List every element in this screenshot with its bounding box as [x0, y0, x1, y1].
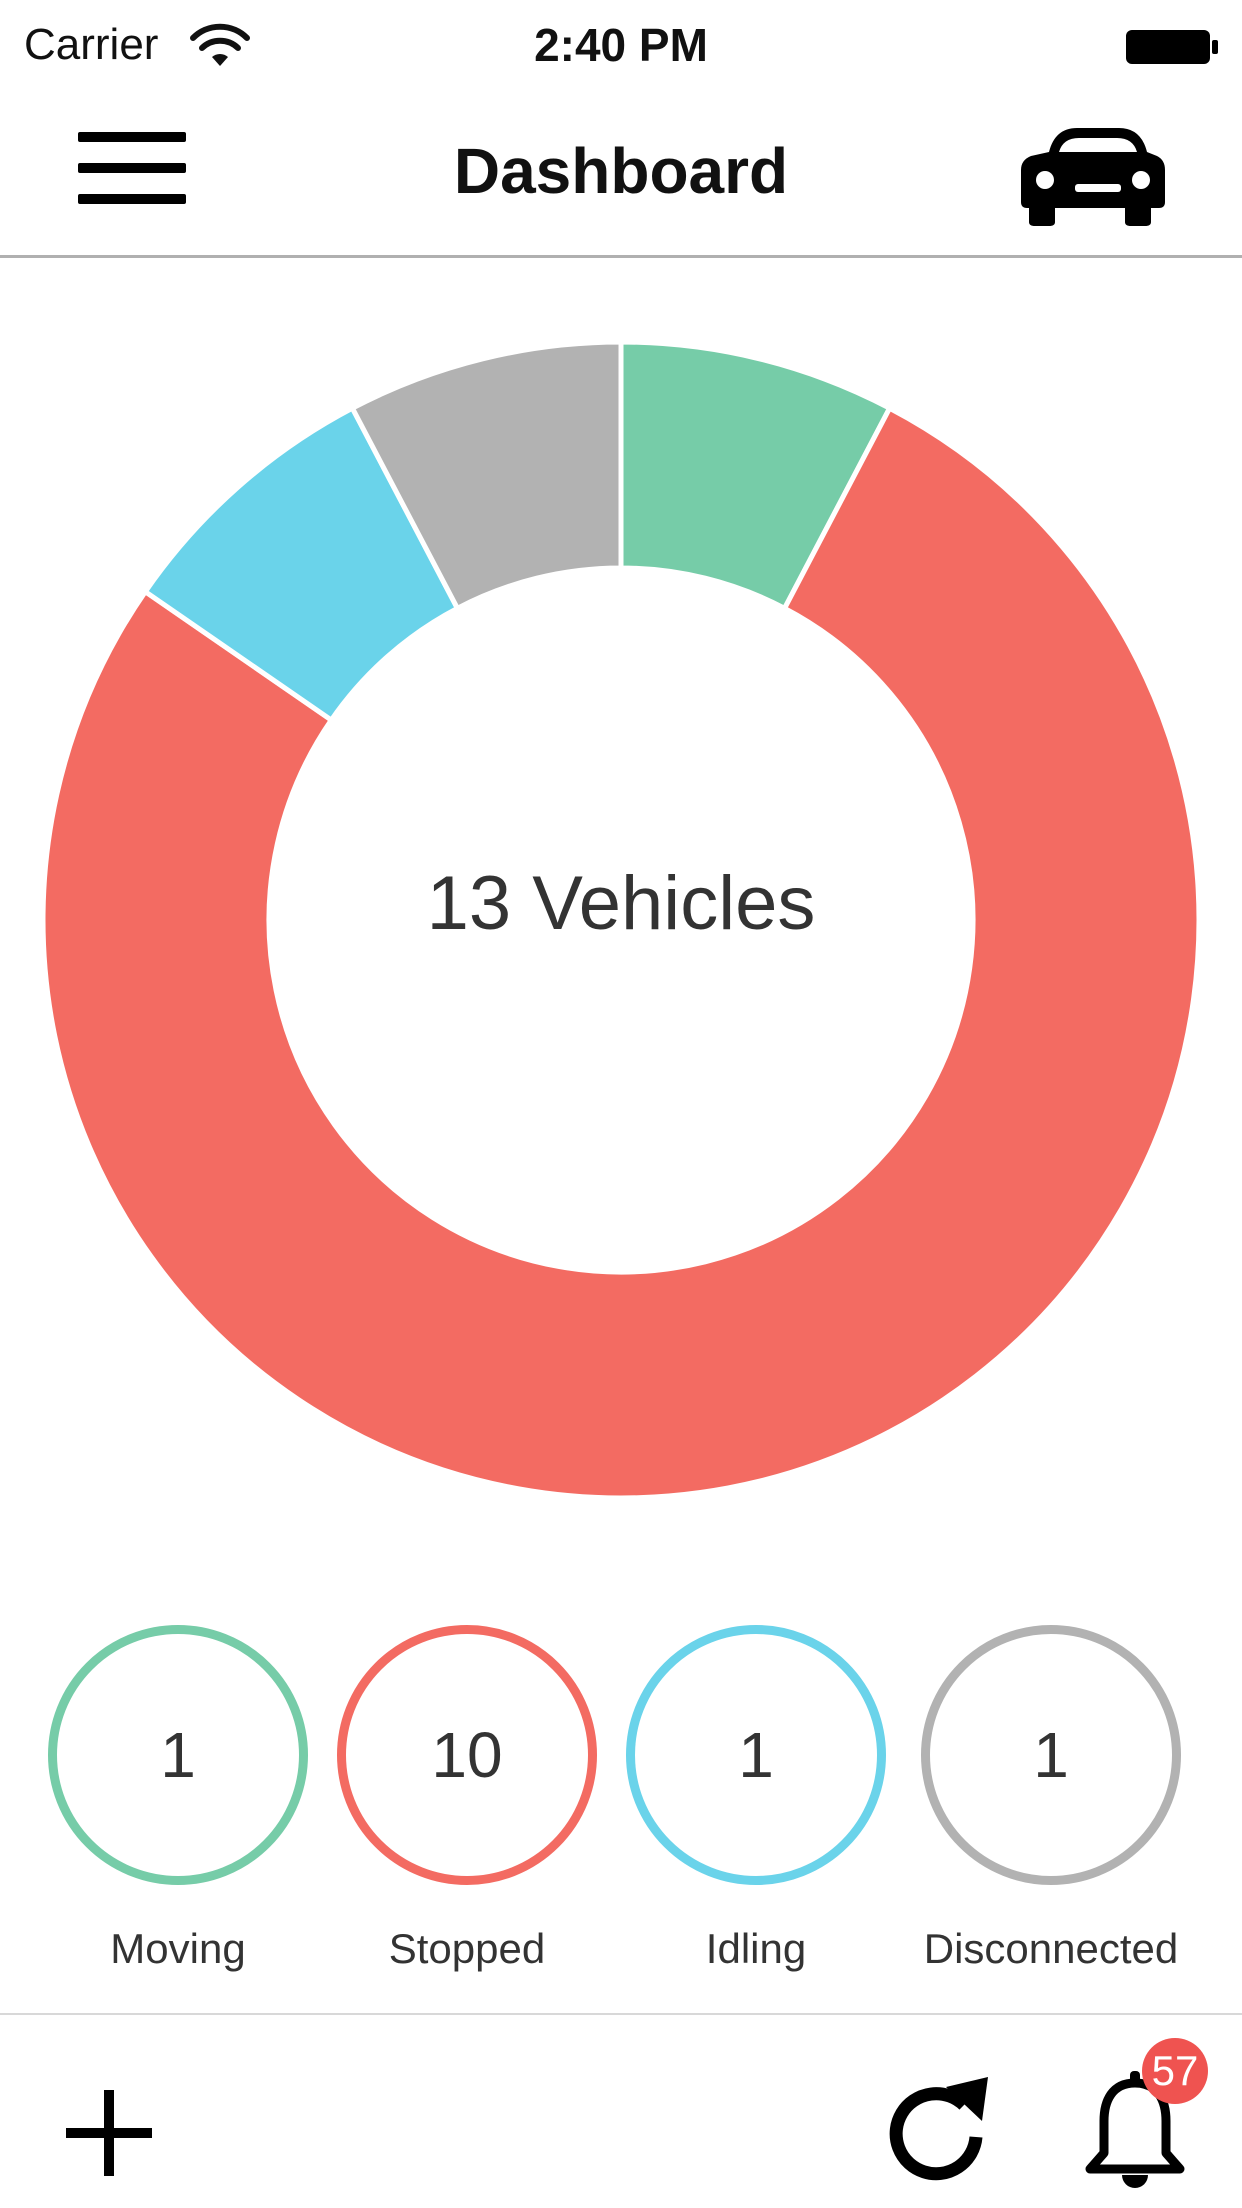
stat-ring[interactable]: 1	[48, 1625, 308, 1885]
car-icon[interactable]	[1015, 122, 1165, 227]
stat-idling[interactable]: 1 Idling	[616, 1625, 896, 1985]
stat-stopped[interactable]: 10 Stopped	[327, 1625, 607, 1985]
stat-ring[interactable]: 10	[337, 1625, 597, 1885]
stat-label: Stopped	[388, 1925, 546, 1972]
notification-badge: 57	[1142, 2038, 1208, 2104]
stat-ring[interactable]: 1	[921, 1625, 1181, 1885]
battery-icon	[1126, 30, 1218, 64]
chart-center-label: 13 Vehicles	[426, 861, 816, 946]
stat-moving[interactable]: 1 Moving	[38, 1625, 318, 1985]
status-time: 2:40 PM	[534, 19, 708, 71]
stat-label: Disconnected	[923, 1925, 1179, 1972]
refresh-icon[interactable]	[884, 2077, 988, 2183]
status-summary-row: 1 Moving 10 Stopped 1 Idling 1 Disconnec…	[0, 1625, 1242, 1985]
stat-ring[interactable]: 1	[626, 1625, 886, 1885]
status-bar: Carrier 2:40 PM	[0, 0, 1242, 92]
plus-icon[interactable]	[66, 2090, 152, 2176]
stat-label: Moving	[110, 1925, 246, 1972]
bottom-toolbar	[0, 2015, 1242, 2208]
navigation-bar: Dashboard	[0, 92, 1242, 258]
stat-label: Idling	[705, 1925, 807, 1972]
stat-disconnected[interactable]: 1 Disconnected	[911, 1625, 1191, 1985]
